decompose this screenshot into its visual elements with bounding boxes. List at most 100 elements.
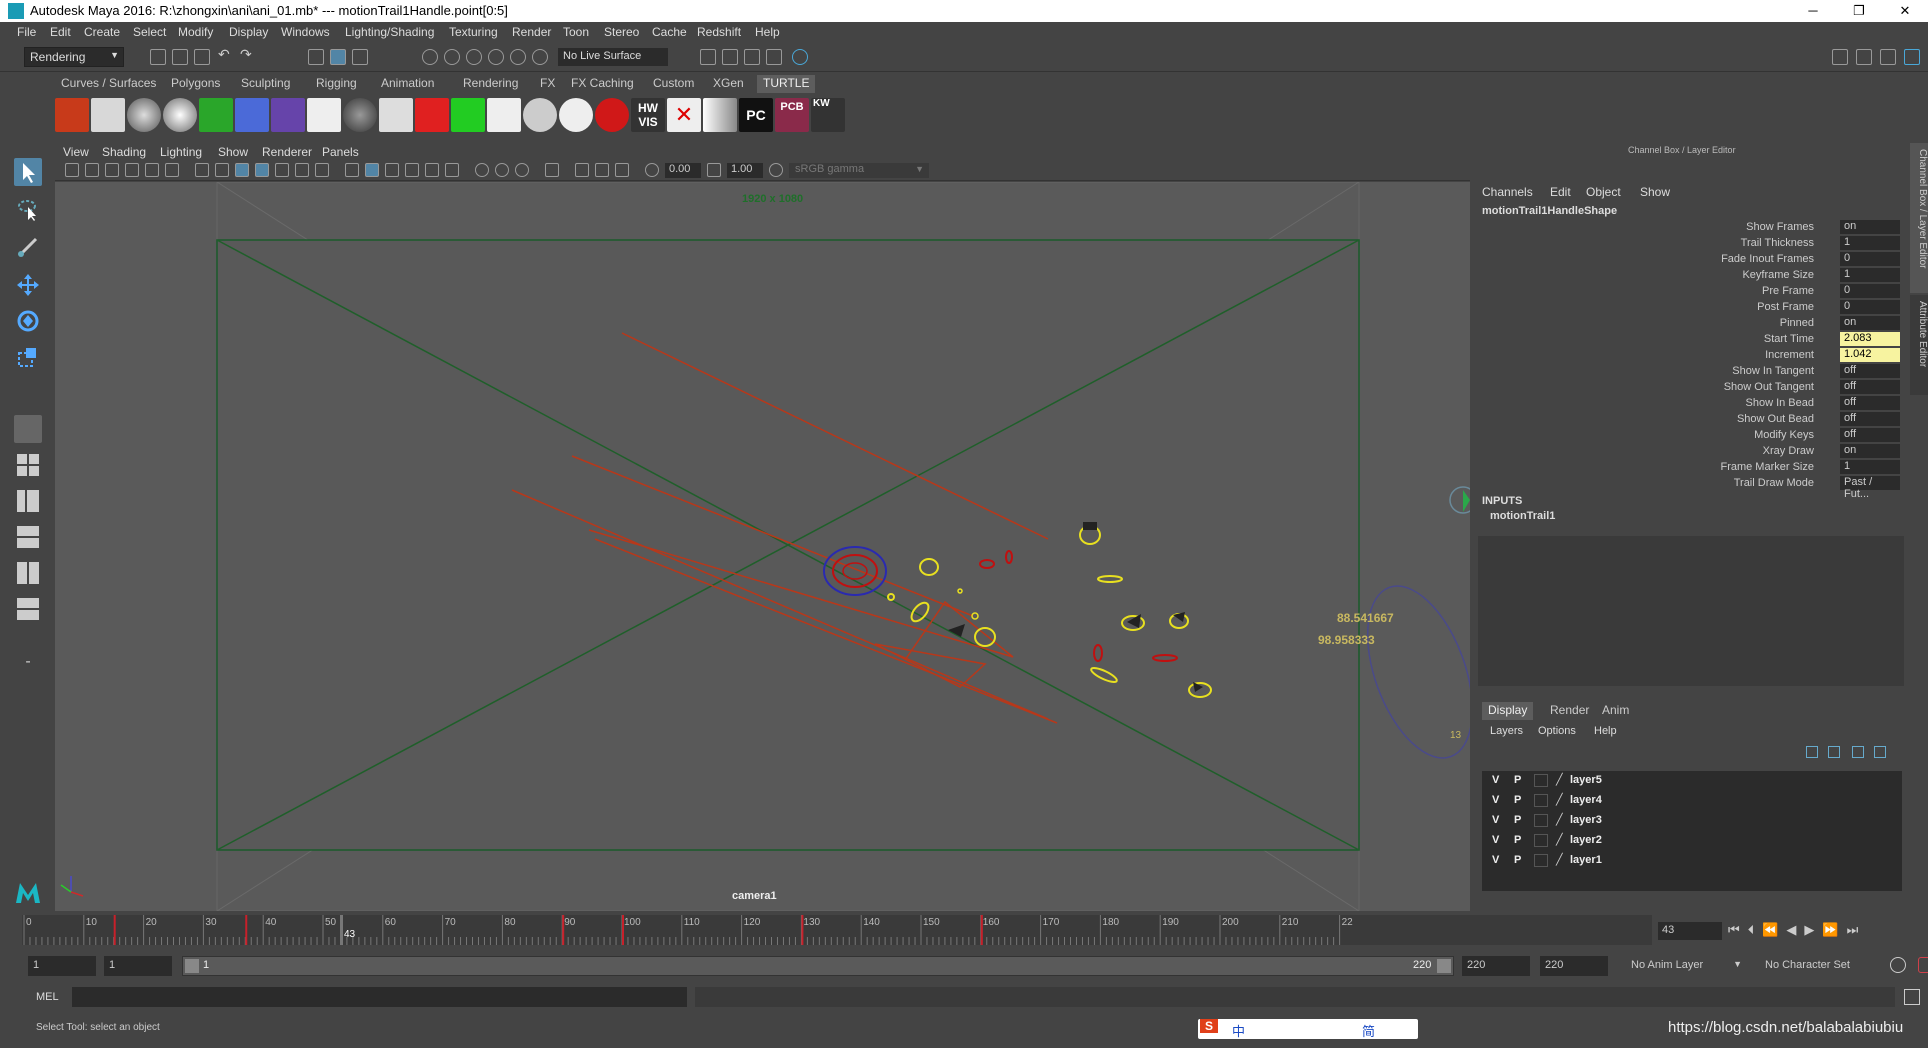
channel-value[interactable]: 1.042 (1840, 348, 1900, 362)
tab-attribute-editor[interactable]: Attribute Editor (1910, 295, 1928, 395)
step-back-frame-icon[interactable]: ⏪ (1762, 922, 1786, 937)
vp-menu-shading[interactable]: Shading (102, 145, 146, 159)
attribute-editor-icon[interactable] (1856, 49, 1872, 65)
modeling-toolkit-icon[interactable] (1832, 49, 1848, 65)
menu-modify[interactable]: Modify (178, 25, 213, 39)
2d-pan-zoom-icon[interactable] (145, 163, 159, 177)
redo-icon[interactable]: ↷ (240, 46, 256, 62)
select-object-icon[interactable] (330, 49, 346, 65)
layer-visibility-toggle[interactable]: V (1492, 854, 1499, 866)
shadows-icon[interactable] (445, 163, 459, 177)
channel-value[interactable]: 1 (1840, 268, 1900, 282)
channel-value[interactable]: off (1840, 380, 1900, 394)
new-layer-icon[interactable] (1852, 746, 1864, 758)
grease-pencil-icon[interactable] (165, 163, 179, 177)
channel-value[interactable]: on (1840, 444, 1900, 458)
pcb-icon[interactable]: PCB (775, 98, 809, 132)
tab-rigging[interactable]: Rigging (310, 75, 363, 93)
tool-settings-icon[interactable] (1880, 49, 1896, 65)
exposure-field[interactable]: 0.00 (665, 163, 701, 178)
pc-icon[interactable]: PC (739, 98, 773, 132)
four-pane-layout-icon[interactable] (14, 451, 42, 479)
channel-value[interactable]: 0 (1840, 300, 1900, 314)
channel-value[interactable]: on (1840, 316, 1900, 330)
cluster-icon[interactable] (307, 98, 341, 132)
layer-playback-toggle[interactable]: P (1514, 774, 1521, 786)
tab-sculpting[interactable]: Sculpting (235, 75, 296, 93)
menu-cache[interactable]: Cache (652, 25, 687, 39)
save-scene-icon[interactable] (194, 49, 210, 65)
smooth-shade-icon[interactable] (365, 163, 379, 177)
channel-box-icon[interactable] (1904, 49, 1920, 65)
xray-joints-icon[interactable] (595, 163, 609, 177)
tab-turtle[interactable]: TURTLE (757, 75, 816, 93)
tab-fx-caching[interactable]: FX Caching (565, 75, 640, 93)
channel-row[interactable]: Frame Marker Size 1 (1478, 460, 1910, 475)
menu-lighting-shading[interactable]: Lighting/Shading (345, 25, 434, 39)
range-slider-start-handle[interactable] (185, 959, 199, 973)
more-layouts-icon[interactable]: - (14, 653, 42, 681)
vp-menu-panels[interactable]: Panels (322, 145, 359, 159)
color-management-icon[interactable] (769, 163, 783, 177)
layer-color-swatch[interactable] (1534, 774, 1548, 787)
isolate-select-icon[interactable] (545, 163, 559, 177)
xray-components-icon[interactable] (615, 163, 629, 177)
scale-tool-icon[interactable] (14, 343, 42, 371)
snap-point-icon[interactable] (466, 49, 482, 65)
channel-row[interactable]: Post Frame 0 (1478, 300, 1910, 315)
lasso-tool-icon[interactable] (14, 195, 42, 223)
tab-custom[interactable]: Custom (647, 75, 700, 93)
layer-color-swatch[interactable] (1534, 814, 1548, 827)
channel-row[interactable]: Fade Inout Frames 0 (1478, 252, 1910, 267)
command-input[interactable] (72, 987, 687, 1007)
snap-view-plane-icon[interactable] (488, 49, 504, 65)
channel-row[interactable]: Keyframe Size 1 (1478, 268, 1910, 283)
menu-windows[interactable]: Windows (281, 25, 330, 39)
vp-menu-view[interactable]: View (63, 145, 89, 159)
move-layer-down-icon[interactable] (1828, 746, 1840, 758)
ime-logo-icon[interactable]: S (1200, 1019, 1218, 1033)
channel-row[interactable]: Trail Draw Mode Past / Fut... (1478, 476, 1910, 500)
live-surface-field[interactable]: No Live Surface (558, 48, 668, 66)
close-button[interactable]: ✕ (1882, 0, 1928, 22)
snap-grid-icon[interactable] (422, 49, 438, 65)
paint-select-tool-icon[interactable] (14, 233, 42, 261)
layer-menu-help[interactable]: Help (1594, 725, 1617, 737)
move-layer-up-icon[interactable] (1806, 746, 1818, 758)
animation-end-field[interactable]: 220 (1540, 956, 1608, 976)
layer-visibility-toggle[interactable]: V (1492, 794, 1499, 806)
menu-create[interactable]: Create (84, 25, 120, 39)
tab-curves-surfaces[interactable]: Curves / Surfaces (55, 75, 162, 93)
tab-rendering[interactable]: Rendering (457, 75, 524, 93)
motion-blur-icon[interactable] (495, 163, 509, 177)
menu-toon[interactable]: Toon (563, 25, 589, 39)
grid-icon[interactable] (195, 163, 209, 177)
menu-display[interactable]: Display (229, 25, 268, 39)
maximize-button[interactable]: ❐ (1836, 0, 1882, 22)
cb-menu-object[interactable]: Object (1586, 185, 1621, 199)
gate-mask-icon[interactable] (255, 163, 269, 177)
channel-row[interactable]: Show In Bead off (1478, 396, 1910, 411)
layer-row[interactable]: V P ╱ layer3 (1482, 811, 1902, 830)
graph-layout-icon[interactable] (14, 523, 42, 551)
new-scene-icon[interactable] (150, 49, 166, 65)
playback-start-field[interactable]: 1 (104, 956, 172, 976)
channel-row[interactable]: Show Out Bead off (1478, 412, 1910, 427)
move-tool-icon[interactable] (14, 271, 42, 299)
layer-color-swatch[interactable] (1534, 794, 1548, 807)
anim-layer-dropdown[interactable]: No Anim Layer ▼ (1626, 956, 1746, 976)
channel-value[interactable]: 2.083 (1840, 332, 1900, 346)
ime-simplified-icon[interactable]: 简 (1362, 1021, 1375, 1040)
channel-row[interactable]: Pinned on (1478, 316, 1910, 331)
layer-menu-options[interactable]: Options (1538, 725, 1576, 737)
layer-row[interactable]: V P ╱ layer2 (1482, 831, 1902, 850)
menu-help[interactable]: Help (755, 25, 780, 39)
cb-menu-edit[interactable]: Edit (1550, 185, 1571, 199)
channel-row[interactable]: Pre Frame 0 (1478, 284, 1910, 299)
menu-stereo[interactable]: Stereo (604, 25, 639, 39)
time-slider[interactable]: 0 10 20 30 40 50 60 70 80 90 100 110 120 130 140 150 160… (22, 915, 1652, 945)
persp-outliner-layout-icon[interactable] (14, 559, 42, 587)
tab-layers-display[interactable]: Display (1482, 702, 1534, 720)
layer-menu-layers[interactable]: Layers (1490, 725, 1523, 737)
select-hierarchy-icon[interactable] (308, 49, 324, 65)
